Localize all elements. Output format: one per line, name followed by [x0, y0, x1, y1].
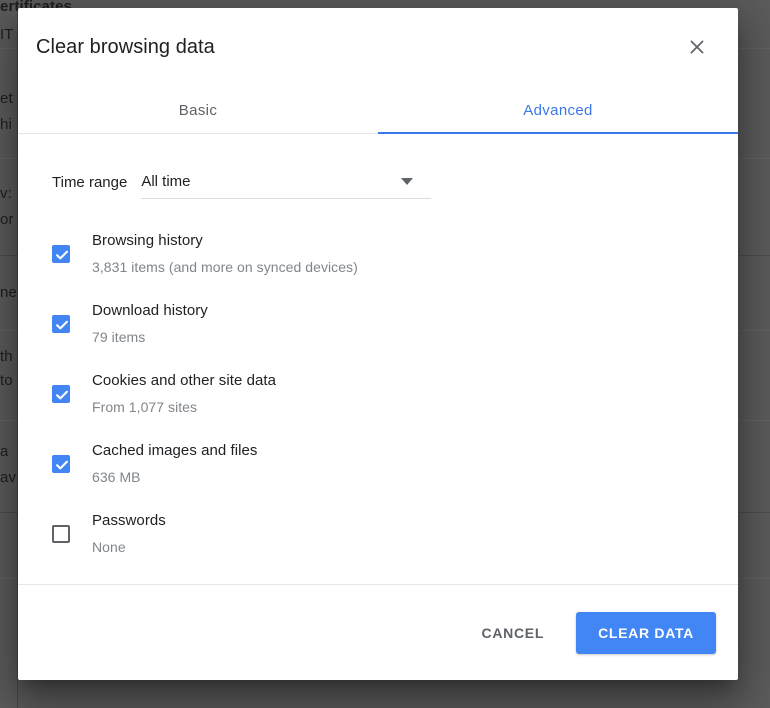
checkbox-checked-icon[interactable] [52, 385, 70, 403]
data-type-subtitle: 79 items [92, 329, 146, 345]
data-type-list: Browsing history 3,831 items (and more on… [52, 229, 704, 585]
time-range-value: All time [141, 173, 191, 190]
clear-browsing-data-dialog: Clear browsing data Basic Advanced Time … [18, 8, 738, 680]
data-type-title: Passwords [92, 512, 166, 529]
data-type-title: Browsing history [92, 232, 203, 249]
backdrop-text-fragment: th [0, 348, 13, 365]
scroll-boundary-divider [18, 584, 738, 585]
data-type-subtitle: 636 MB [92, 469, 141, 485]
data-type-item[interactable]: Download history 79 items [52, 299, 704, 348]
data-type-item[interactable]: Browsing history 3,831 items (and more on… [52, 229, 704, 278]
dialog-header: Clear browsing data [18, 8, 738, 86]
checkbox-unchecked-icon[interactable] [52, 525, 70, 543]
tab-advanced[interactable]: Advanced [378, 86, 738, 134]
cancel-button[interactable]: CANCEL [466, 615, 561, 651]
clear-data-button[interactable]: CLEAR DATA [576, 611, 716, 654]
time-range-row: Time range All time [52, 165, 704, 199]
data-type-title: Download history [92, 302, 208, 319]
backdrop-text-fragment: et [0, 90, 13, 107]
data-type-text: Cached images and files 636 MB [92, 439, 704, 488]
data-type-item[interactable]: Passwords None [52, 509, 704, 558]
dialog-scroll-area[interactable]: Time range All time Browsing history 3,83… [18, 134, 738, 585]
time-range-label: Time range [52, 174, 128, 191]
checkbox-checked-icon[interactable] [52, 245, 70, 263]
backdrop-text-fragment: v: [0, 185, 12, 202]
backdrop-text-fragment: av [0, 469, 17, 486]
data-type-item[interactable]: Cookies and other site data From 1,077 si… [52, 369, 704, 418]
checkbox-checked-icon[interactable] [52, 315, 70, 333]
close-icon [687, 37, 707, 57]
backdrop-text-fragment: a [0, 443, 9, 460]
data-type-subtitle: 3,831 items (and more on synced devices) [92, 259, 358, 275]
data-type-subtitle: None [92, 539, 126, 555]
tab-basic[interactable]: Basic [18, 86, 378, 134]
data-type-title: Cookies and other site data [92, 372, 276, 389]
backdrop-text-fragment: or [0, 211, 14, 228]
dialog-footer: CANCEL CLEAR DATA [18, 585, 738, 680]
data-type-item[interactable]: Cached images and files 636 MB [52, 439, 704, 488]
data-type-text: Passwords None [92, 509, 704, 558]
backdrop-text-fragment: IT [0, 26, 14, 43]
close-button[interactable] [678, 28, 716, 66]
checkbox-checked-icon[interactable] [52, 455, 70, 473]
chevron-down-icon [401, 178, 414, 185]
time-range-select[interactable]: All time [141, 165, 432, 199]
data-type-subtitle: From 1,077 sites [92, 399, 198, 415]
backdrop-text-fragment: to [0, 372, 13, 389]
backdrop-text-fragment: ne [0, 284, 17, 301]
data-type-title: Cached images and files [92, 442, 258, 459]
dialog-tabs: Basic Advanced [18, 86, 738, 134]
data-type-text: Browsing history 3,831 items (and more on… [92, 229, 704, 278]
backdrop-text-fragment: hi [0, 116, 12, 133]
data-type-text: Cookies and other site data From 1,077 si… [92, 369, 704, 418]
dialog-title: Clear browsing data [36, 35, 215, 58]
data-type-text: Download history 79 items [92, 299, 704, 348]
